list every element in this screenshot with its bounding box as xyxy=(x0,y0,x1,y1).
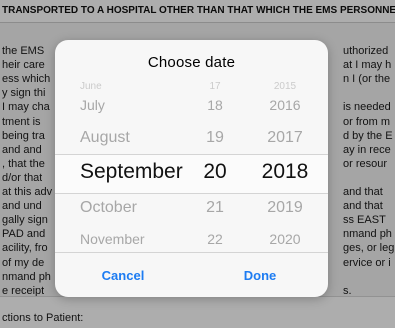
year-option[interactable]: 2015 xyxy=(245,82,325,95)
month-option[interactable]: August xyxy=(80,127,190,149)
year-option[interactable]: 2020 xyxy=(245,229,325,249)
day-option[interactable]: 22 xyxy=(195,229,235,249)
month-option[interactable]: September xyxy=(80,158,190,185)
year-wheel[interactable]: 2015201620172018201920202021 xyxy=(245,82,325,252)
year-option[interactable]: 2018 xyxy=(245,158,325,185)
year-option[interactable]: 2016 xyxy=(245,95,325,115)
month-wheel[interactable]: JuneJulyAugustSeptemberOctoberNovemberDe… xyxy=(80,82,190,252)
dialog-divider xyxy=(55,252,328,253)
cancel-button[interactable]: Cancel xyxy=(55,254,191,297)
month-option[interactable]: July xyxy=(80,95,190,115)
day-option[interactable]: 17 xyxy=(195,82,235,95)
day-option[interactable]: 20 xyxy=(195,158,235,185)
day-option[interactable]: 19 xyxy=(195,127,235,149)
date-picker-dialog: Choose date June July August September Octob… xyxy=(55,40,328,297)
day-wheel[interactable]: 17181920212223 xyxy=(195,82,235,252)
date-picker-wheel[interactable]: JuneJulyAugustSeptemberOctoberNovemberDe… xyxy=(55,82,328,252)
done-button[interactable]: Done xyxy=(192,254,328,297)
month-option[interactable]: November xyxy=(80,229,190,249)
year-option[interactable]: 2019 xyxy=(245,197,325,219)
year-option[interactable]: 2017 xyxy=(245,127,325,149)
day-option[interactable]: 21 xyxy=(195,197,235,219)
day-option[interactable]: 18 xyxy=(195,95,235,115)
dialog-title: Choose date xyxy=(147,54,236,71)
month-option[interactable]: October xyxy=(80,197,190,219)
month-option[interactable]: June xyxy=(80,82,190,95)
